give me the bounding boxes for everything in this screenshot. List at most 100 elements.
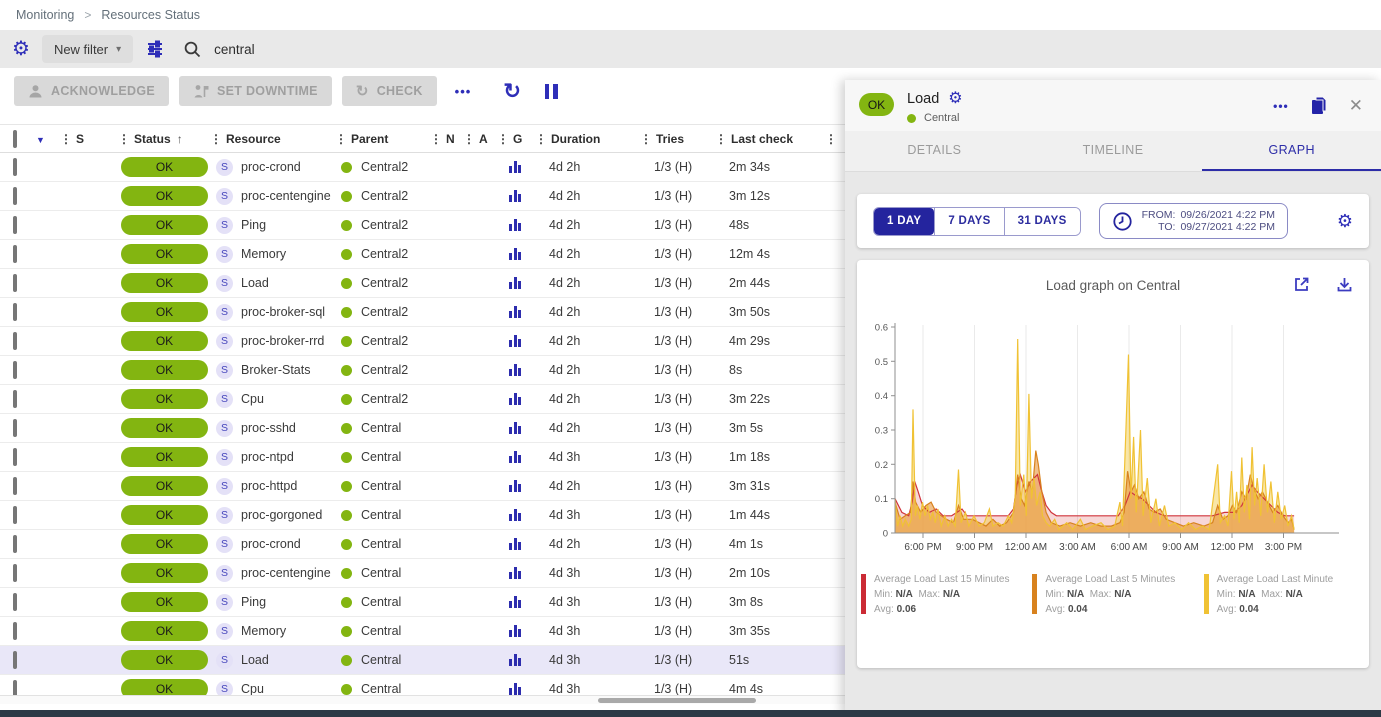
resource-name[interactable]: Memory [241, 247, 286, 261]
table-row[interactable]: OKSLoadCentral24d 2h1/3 (H)2m 44s [0, 269, 845, 298]
breadcrumb-resources-status[interactable]: Resources Status [101, 8, 200, 22]
select-all-checkbox[interactable] [13, 130, 17, 148]
mini-graph-icon[interactable] [509, 335, 535, 347]
table-row[interactable]: OKSproc-broker-sqlCentral24d 2h1/3 (H)3m… [0, 298, 845, 327]
mini-graph-icon[interactable] [509, 364, 535, 376]
legend-item[interactable]: Average Load Last MinuteMin: N/A Max: N/… [1204, 572, 1365, 617]
time-range-31-days[interactable]: 31 DAYS [1004, 208, 1080, 235]
refresh-button[interactable]: ↻ [503, 79, 521, 104]
table-row[interactable]: OKSproc-centengineCentral24d 2h1/3 (H)3m… [0, 182, 845, 211]
resource-name[interactable]: proc-crond [241, 160, 301, 174]
tab-graph[interactable]: GRAPH [1202, 131, 1381, 171]
parent-name[interactable]: Central2 [361, 189, 408, 203]
open-in-new-icon[interactable] [1293, 276, 1310, 293]
parent-name[interactable]: Central2 [361, 218, 408, 232]
resource-name[interactable]: Ping [241, 218, 266, 232]
filter-settings-gear-icon[interactable]: ⚙ [12, 39, 30, 59]
horizontal-scrollbar[interactable] [0, 695, 845, 704]
graph-settings-gear-icon[interactable]: ⚙ [1337, 212, 1353, 230]
row-checkbox[interactable] [13, 448, 17, 466]
table-row[interactable]: OKSproc-ntpdCentral4d 3h1/3 (H)1m 18s [0, 443, 845, 472]
time-range-7-days[interactable]: 7 DAYS [934, 208, 1003, 235]
table-row[interactable]: OKSproc-httpdCentral4d 2h1/3 (H)3m 31s [0, 472, 845, 501]
table-row[interactable]: OKSproc-crondCentral4d 2h1/3 (H)4m 1s [0, 530, 845, 559]
resource-name[interactable]: proc-centengine [241, 189, 331, 203]
new-filter-dropdown[interactable]: New filter ▾ [42, 35, 133, 63]
resource-name[interactable]: Load [241, 653, 269, 667]
tab-details[interactable]: DETAILS [845, 131, 1024, 171]
mini-graph-icon[interactable] [509, 277, 535, 289]
row-checkbox[interactable] [13, 245, 17, 263]
mini-graph-icon[interactable] [509, 393, 535, 405]
table-row[interactable]: OKSBroker-StatsCentral24d 2h1/3 (H)8s [0, 356, 845, 385]
resource-name[interactable]: proc-gorgoned [241, 508, 322, 522]
column-header-parent[interactable]: Parent [351, 132, 388, 146]
column-header-a[interactable]: A [479, 132, 488, 146]
table-row[interactable]: OKSPingCentral24d 2h1/3 (H)48s [0, 211, 845, 240]
row-checkbox[interactable] [13, 332, 17, 350]
load-graph-chart[interactable]: 00.10.20.30.40.50.66:00 PM9:00 PM12:00 A… [865, 319, 1361, 566]
resource-name[interactable]: Broker-Stats [241, 363, 310, 377]
parent-name[interactable]: Central [361, 566, 401, 580]
row-checkbox[interactable] [13, 535, 17, 553]
legend-item[interactable]: Average Load Last 15 MinutesMin: N/A Max… [861, 572, 1022, 617]
resource-name[interactable]: Cpu [241, 392, 264, 406]
resource-name[interactable]: proc-ntpd [241, 450, 294, 464]
resource-name[interactable]: proc-centengine [241, 566, 331, 580]
parent-name[interactable]: Central2 [361, 160, 408, 174]
parent-name[interactable]: Central [361, 682, 401, 696]
parent-name[interactable]: Central2 [361, 334, 408, 348]
row-checkbox[interactable] [13, 477, 17, 495]
table-row[interactable]: OKSproc-gorgonedCentral4d 3h1/3 (H)1m 44… [0, 501, 845, 530]
resource-name[interactable]: Cpu [241, 682, 264, 696]
row-checkbox[interactable] [13, 564, 17, 582]
mini-graph-icon[interactable] [509, 190, 535, 202]
copy-link-icon[interactable] [1309, 95, 1329, 116]
table-row[interactable]: OKSCpuCentral24d 2h1/3 (H)3m 22s [0, 385, 845, 414]
resource-name[interactable]: Load [241, 276, 269, 290]
mini-graph-icon[interactable] [509, 306, 535, 318]
resource-name[interactable]: Ping [241, 595, 266, 609]
column-header-n[interactable]: N [446, 132, 455, 146]
mini-graph-icon[interactable] [509, 451, 535, 463]
filter-tune-icon[interactable] [145, 39, 165, 59]
row-checkbox[interactable] [13, 303, 17, 321]
resource-name[interactable]: proc-sshd [241, 421, 296, 435]
mini-graph-icon[interactable] [509, 625, 535, 637]
panel-more-button[interactable]: ••• [1273, 99, 1289, 113]
set-downtime-button[interactable]: SET DOWNTIME [179, 76, 332, 106]
parent-name[interactable]: Central [361, 653, 401, 667]
mini-graph-icon[interactable] [509, 422, 535, 434]
resource-settings-gear-icon[interactable]: ⚙ [948, 91, 962, 107]
column-header-tries[interactable]: Tries [656, 132, 684, 146]
row-checkbox[interactable] [13, 274, 17, 292]
table-row[interactable]: OKSPingCentral4d 3h1/3 (H)3m 8s [0, 588, 845, 617]
mini-graph-icon[interactable] [509, 161, 535, 173]
row-checkbox[interactable] [13, 187, 17, 205]
column-header-g[interactable]: G [513, 132, 522, 146]
breadcrumb-monitoring[interactable]: Monitoring [16, 8, 74, 22]
row-checkbox[interactable] [13, 216, 17, 234]
row-checkbox[interactable] [13, 390, 17, 408]
parent-name[interactable]: Central2 [361, 276, 408, 290]
check-button[interactable]: ↻ CHECK [342, 76, 437, 106]
row-checkbox[interactable] [13, 651, 17, 669]
pause-autorefresh-button[interactable] [545, 84, 558, 99]
table-row[interactable]: OKSMemoryCentral24d 2h1/3 (H)12m 4s [0, 240, 845, 269]
mini-graph-icon[interactable] [509, 219, 535, 231]
column-header-resource[interactable]: Resource [226, 132, 281, 146]
custom-time-period-button[interactable]: FROM: 09/26/2021 4:22 PM TO: 09/27/2021 … [1099, 203, 1288, 239]
parent-name[interactable]: Central2 [361, 392, 408, 406]
row-checkbox[interactable] [13, 361, 17, 379]
close-panel-button[interactable]: ✕ [1349, 96, 1363, 116]
resource-name[interactable]: proc-broker-sql [241, 305, 325, 319]
download-icon[interactable] [1336, 276, 1353, 293]
column-header-duration[interactable]: Duration [551, 132, 600, 146]
parent-name[interactable]: Central [361, 508, 401, 522]
mini-graph-icon[interactable] [509, 654, 535, 666]
search-input[interactable] [214, 42, 634, 57]
selection-menu-caret-icon[interactable]: ▼ [36, 135, 45, 145]
table-row[interactable]: OKSproc-broker-rrdCentral24d 2h1/3 (H)4m… [0, 327, 845, 356]
row-checkbox[interactable] [13, 506, 17, 524]
scrollbar-thumb[interactable] [598, 698, 756, 703]
